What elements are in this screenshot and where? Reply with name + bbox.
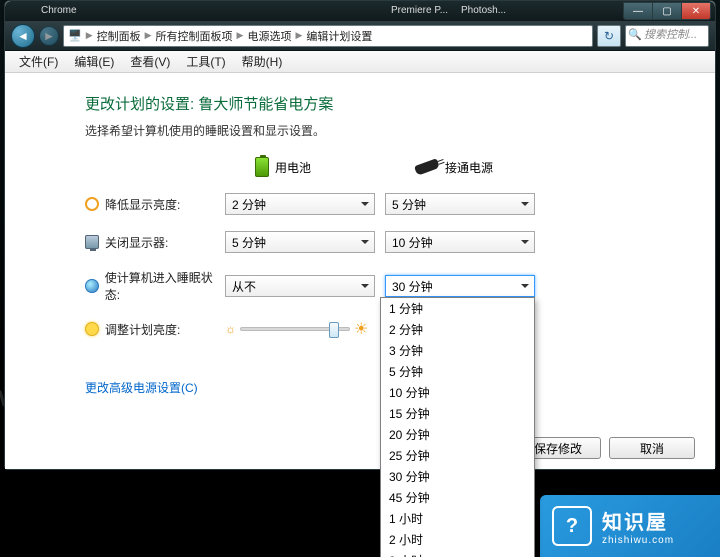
tab-premiere: Premiere P... [385, 4, 454, 17]
maximize-button[interactable]: ▢ [652, 2, 682, 20]
menu-help[interactable]: 帮助(H) [234, 51, 291, 72]
breadcrumb[interactable]: 🖥️ ▶ 控制面板▶ 所有控制面板项▶ 电源选项▶ 编辑计划设置 [63, 25, 593, 47]
sun-small-icon: ☼ [225, 322, 236, 336]
advanced-power-link[interactable]: 更改高级电源设置(C) [85, 379, 198, 396]
logo-badge-icon: ? [552, 506, 592, 546]
column-ac: 接通电源 [385, 159, 545, 176]
dropdown-option[interactable]: 15 分钟 [381, 403, 534, 424]
brightness-icon [85, 322, 99, 336]
control-panel-window: Chrome Premiere P... Photosh... — ▢ ✕ ◄ … [4, 0, 716, 470]
content-area: 更改计划的设置: 鲁大师节能省电方案 选择希望计算机使用的睡眠设置和显示设置。 … [5, 73, 715, 469]
site-logo: ? 知识屋 zhishiwu.com [540, 495, 720, 557]
dim-icon [85, 197, 99, 211]
dropdown-option[interactable]: 25 分钟 [381, 445, 534, 466]
menu-edit[interactable]: 编辑(E) [66, 51, 122, 72]
menu-view[interactable]: 查看(V) [122, 51, 178, 72]
tab-photoshop: Photosh... [455, 4, 512, 17]
dropdown-option[interactable]: 5 分钟 [381, 361, 534, 382]
sun-large-icon: ☀ [354, 319, 368, 339]
nav-toolbar: ◄ ► 🖥️ ▶ 控制面板▶ 所有控制面板项▶ 电源选项▶ 编辑计划设置 ↻ 搜… [5, 21, 715, 51]
brightness-battery-slider[interactable]: ☼ ☀ [225, 319, 385, 339]
menubar: 文件(F) 编辑(E) 查看(V) 工具(T) 帮助(H) [5, 51, 715, 73]
sleep-ac-combo[interactable]: 30 分钟 [385, 275, 535, 297]
logo-title: 知识屋 [602, 506, 674, 535]
titlebar[interactable]: Chrome Premiere P... Photosh... — ▢ ✕ [5, 1, 715, 21]
dropdown-option[interactable]: 2 小时 [381, 529, 534, 550]
back-button[interactable]: ◄ [11, 24, 35, 48]
sleep-icon [85, 279, 99, 293]
dropdown-option[interactable]: 10 分钟 [381, 382, 534, 403]
refresh-button[interactable]: ↻ [597, 25, 621, 47]
dim-ac-combo[interactable]: 5 分钟 [385, 193, 535, 215]
breadcrumb-item[interactable]: 控制面板 [97, 28, 141, 44]
display-ac-combo[interactable]: 10 分钟 [385, 231, 535, 253]
row-dim-label: 降低显示亮度: [85, 196, 225, 213]
dropdown-option[interactable]: 1 小时 [381, 508, 534, 529]
cancel-button[interactable]: 取消 [609, 437, 695, 459]
search-input[interactable]: 搜索控制... [625, 25, 709, 47]
breadcrumb-item[interactable]: 电源选项 [247, 28, 291, 44]
battery-icon [255, 157, 269, 177]
column-battery: 用电池 [225, 157, 385, 177]
dropdown-option[interactable]: 3 分钟 [381, 340, 534, 361]
sleep-battery-combo[interactable]: 从不 [225, 275, 375, 297]
menu-file[interactable]: 文件(F) [11, 51, 66, 72]
page-title: 更改计划的设置: 鲁大师节能省电方案 [85, 93, 715, 114]
dropdown-option[interactable]: 2 分钟 [381, 319, 534, 340]
logo-subtitle: zhishiwu.com [602, 535, 674, 546]
sleep-ac-dropdown[interactable]: 1 分钟2 分钟3 分钟5 分钟10 分钟15 分钟20 分钟25 分钟30 分… [380, 297, 535, 557]
breadcrumb-item[interactable]: 所有控制面板项 [156, 28, 233, 44]
display-battery-combo[interactable]: 5 分钟 [225, 231, 375, 253]
dropdown-option[interactable]: 20 分钟 [381, 424, 534, 445]
close-button[interactable]: ✕ [681, 2, 711, 20]
dropdown-option[interactable]: 45 分钟 [381, 487, 534, 508]
row-display-label: 关闭显示器: [85, 234, 225, 251]
dropdown-option[interactable]: 30 分钟 [381, 466, 534, 487]
display-icon [85, 235, 99, 249]
forward-button[interactable]: ► [39, 26, 59, 46]
menu-tools[interactable]: 工具(T) [178, 51, 233, 72]
dropdown-option[interactable]: 1 分钟 [381, 298, 534, 319]
breadcrumb-icon: 🖥️ [68, 29, 82, 42]
dim-battery-combo[interactable]: 2 分钟 [225, 193, 375, 215]
dropdown-option[interactable]: 3 小时 [381, 550, 534, 557]
plug-icon [414, 158, 440, 176]
tab-chrome: Chrome [35, 4, 83, 17]
breadcrumb-item[interactable]: 编辑计划设置 [306, 28, 372, 44]
row-sleep-label: 使计算机进入睡眠状态: [85, 269, 225, 303]
minimize-button[interactable]: — [623, 2, 653, 20]
row-brightness-label: 调整计划亮度: [85, 321, 225, 338]
page-subtitle: 选择希望计算机使用的睡眠设置和显示设置。 [85, 122, 715, 139]
slider-thumb[interactable] [329, 322, 339, 338]
